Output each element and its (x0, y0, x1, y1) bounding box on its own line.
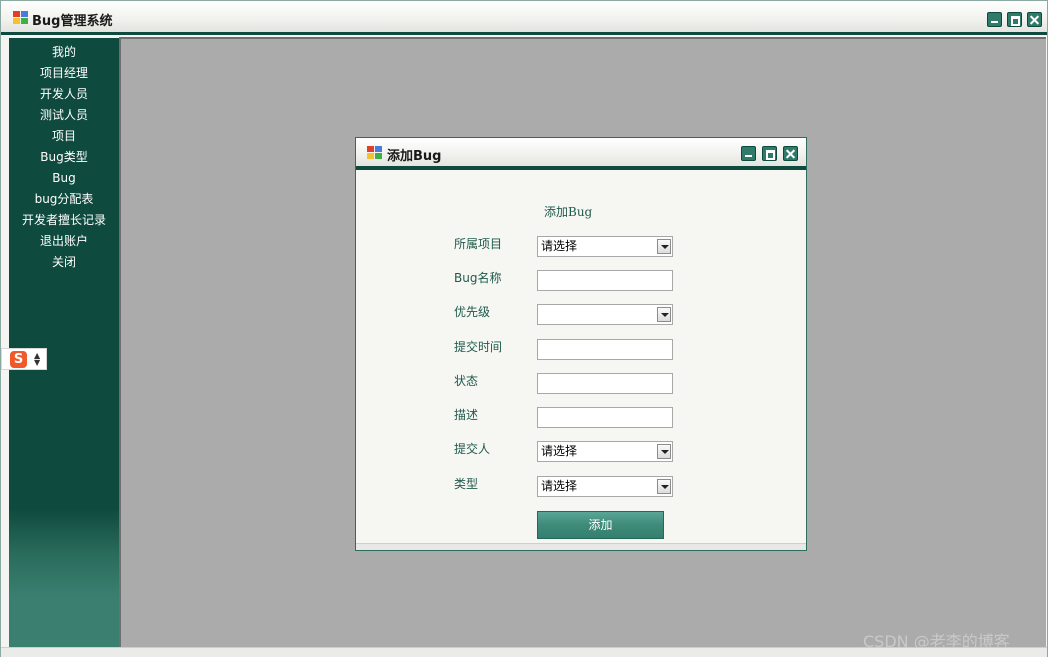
type-label: 类型 (454, 477, 479, 491)
sidebar-item-bug-assignments[interactable]: bug分配表 (9, 189, 119, 210)
submit-time-input[interactable] (537, 339, 673, 360)
project-select-value: 请选择 (541, 239, 578, 253)
sidebar-item-projects[interactable]: 项目 (9, 126, 119, 147)
type-select[interactable]: 请选择 (537, 476, 673, 497)
description-input[interactable] (537, 407, 673, 428)
sidebar-item-logout[interactable]: 退出账户 (9, 231, 119, 252)
maximize-icon[interactable] (1007, 12, 1022, 27)
priority-label: 优先级 (454, 305, 491, 319)
ime-toolbar[interactable]: S ▲ ▼ (1, 348, 47, 370)
sidebar-item-project-managers[interactable]: 项目经理 (9, 63, 119, 84)
status-input[interactable] (537, 373, 673, 394)
sidebar-item-close[interactable]: 关闭 (9, 252, 119, 273)
dialog-titlebar[interactable]: 添加Bug (356, 138, 806, 170)
add-bug-dialog: 添加Bug 添加Bug 所属项目 请选择 Bug名称 优先级 提交时间 状态 描… (355, 137, 807, 551)
submit-time-label: 提交时间 (454, 340, 503, 354)
add-bug-button[interactable]: 添加 (537, 511, 664, 539)
main-window-title: Bug管理系统 (32, 14, 113, 29)
minimize-icon[interactable] (987, 12, 1002, 27)
sidebar-item-bug[interactable]: Bug (9, 168, 119, 189)
chevron-down-icon[interactable] (657, 239, 671, 254)
dialog-app-icon (367, 146, 382, 160)
sidebar-item-testers[interactable]: 测试人员 (9, 105, 119, 126)
chevron-down-icon[interactable] (657, 444, 671, 459)
submitter-select-value: 请选择 (541, 444, 578, 458)
app-windows-icon (13, 11, 28, 25)
dialog-close-icon[interactable] (783, 146, 798, 161)
form-heading: 添加Bug (544, 205, 593, 219)
bug-name-label: Bug名称 (454, 271, 502, 285)
chevron-down-icon[interactable] (657, 307, 671, 322)
main-status-bar (1, 647, 1047, 657)
submitter-select[interactable]: 请选择 (537, 441, 673, 462)
ime-menu-arrow-icon[interactable]: ▲ ▼ (34, 352, 40, 367)
sidebar-item-bug-types[interactable]: Bug类型 (9, 147, 119, 168)
main-titlebar[interactable]: Bug管理系统 (1, 1, 1047, 35)
dialog-minimize-icon[interactable] (741, 146, 756, 161)
sogou-ime-icon: S (10, 351, 27, 368)
type-select-value: 请选择 (541, 479, 578, 493)
submitter-label: 提交人 (454, 442, 491, 456)
sidebar-item-my[interactable]: 我的 (9, 42, 119, 63)
description-label: 描述 (454, 408, 479, 422)
close-icon[interactable] (1027, 12, 1042, 27)
project-label: 所属项目 (454, 237, 503, 251)
priority-select[interactable] (537, 304, 673, 325)
chevron-down-icon[interactable] (657, 479, 671, 494)
main-window: Bug管理系统 我的 项目经理 开发人员 测试人员 项目 Bug类型 Bug b… (0, 0, 1048, 657)
sidebar-item-developer-skills[interactable]: 开发者擅长记录 (9, 210, 119, 231)
project-select[interactable]: 请选择 (537, 236, 673, 257)
status-label: 状态 (454, 374, 479, 388)
dialog-body: 添加Bug 所属项目 请选择 Bug名称 优先级 提交时间 状态 描述 提交人 … (356, 170, 806, 550)
sidebar-item-developers[interactable]: 开发人员 (9, 84, 119, 105)
bug-name-input[interactable] (537, 270, 673, 291)
dialog-maximize-icon[interactable] (762, 146, 777, 161)
sidebar-menu: 我的 项目经理 开发人员 测试人员 项目 Bug类型 Bug bug分配表 开发… (9, 38, 119, 648)
dialog-title: 添加Bug (387, 149, 442, 164)
dialog-status-strip (356, 543, 806, 550)
